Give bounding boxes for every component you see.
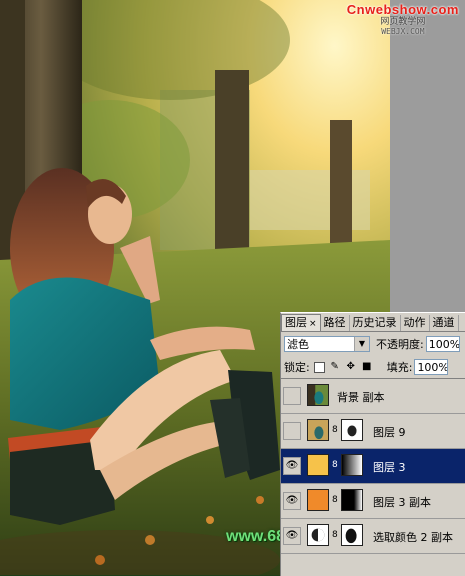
layer-row[interactable]: 👁 8 图层 3 副本 <box>281 484 465 519</box>
tab-channels[interactable]: 通道 <box>430 315 459 331</box>
layer-row-selected[interactable]: 👁 8 图层 3 <box>281 449 465 484</box>
eye-icon[interactable]: 👁 <box>283 492 301 510</box>
eye-icon[interactable]: 👁 <box>283 457 301 475</box>
layer-row[interactable]: 8 图层 9 <box>281 414 465 449</box>
lock-transparent-checkbox[interactable] <box>313 361 325 373</box>
adjustment-icon <box>307 524 329 546</box>
layer-row[interactable]: 👁 8 选取颜色 2 副本 <box>281 519 465 554</box>
close-icon[interactable]: × <box>309 319 317 329</box>
lock-label: 锁定: <box>284 361 310 374</box>
eye-icon[interactable]: 👁 <box>283 527 301 545</box>
layer-mask-thumbnail <box>341 454 363 476</box>
layer-name: 图层 3 副本 <box>373 496 431 509</box>
fill-field[interactable]: 100% <box>414 359 449 375</box>
blend-mode-select[interactable]: 滤色 ▼ <box>284 336 370 352</box>
chevron-down-icon[interactable]: ▼ <box>354 337 369 351</box>
layer-thumbnail <box>307 419 329 441</box>
layer-name: 背景 副本 <box>337 391 385 404</box>
watermark-url: WEBJX.COM <box>381 27 425 36</box>
layer-name: 图层 9 <box>373 426 406 439</box>
lock-icon[interactable]: ■ <box>361 361 373 373</box>
brush-icon[interactable]: ✎ <box>329 361 341 373</box>
layer-thumbnail <box>307 384 329 406</box>
link-icon: 8 <box>332 530 338 540</box>
tab-label: 图层 <box>285 316 307 329</box>
watermark-top: Cnwebshow.com 网页教学网 WEBJX.COM <box>347 2 459 36</box>
blend-mode-value: 滤色 <box>287 338 309 351</box>
visibility-toggle[interactable] <box>283 422 301 440</box>
layer-thumbnail <box>307 489 329 511</box>
link-icon: 8 <box>332 495 338 505</box>
layer-name: 图层 3 <box>373 461 406 474</box>
layer-mask-thumbnail <box>341 419 363 441</box>
layer-mask-thumbnail <box>341 524 363 546</box>
fill-label: 填充: <box>386 361 413 374</box>
layer-list: 背景 副本 8 图层 9 👁 8 图层 3 👁 8 图层 3 副本 👁 8 选取… <box>281 379 465 554</box>
layer-name: 选取颜色 2 副本 <box>373 531 453 544</box>
lock-row: 锁定: ✎ ✥ ■ 填充: 100% <box>281 356 465 379</box>
link-icon: 8 <box>332 425 338 435</box>
panel-tabs: 图层 × 路径 历史记录 动作 通道 <box>281 313 465 332</box>
opacity-label: 不透明度: <box>376 338 424 351</box>
tab-actions[interactable]: 动作 <box>401 315 430 331</box>
layer-thumbnail <box>307 454 329 476</box>
tab-layers[interactable]: 图层 × <box>281 314 321 331</box>
layer-mask-thumbnail <box>341 489 363 511</box>
move-icon[interactable]: ✥ <box>345 361 357 373</box>
layer-row[interactable]: 背景 副本 <box>281 379 465 414</box>
tab-history[interactable]: 历史记录 <box>350 315 401 331</box>
visibility-toggle[interactable] <box>283 387 301 405</box>
tab-paths[interactable]: 路径 <box>321 315 350 331</box>
layers-panel: 图层 × 路径 历史记录 动作 通道 滤色 ▼ 不透明度: 100% 锁定: ✎ … <box>280 312 465 576</box>
watermark-cn: 网页教学网 <box>380 17 426 27</box>
opacity-field[interactable]: 100% <box>425 336 460 352</box>
link-icon: 8 <box>332 460 338 470</box>
watermark-site: Cnwebshow.com <box>346 2 459 17</box>
blend-row: 滤色 ▼ 不透明度: 100% <box>281 332 465 356</box>
